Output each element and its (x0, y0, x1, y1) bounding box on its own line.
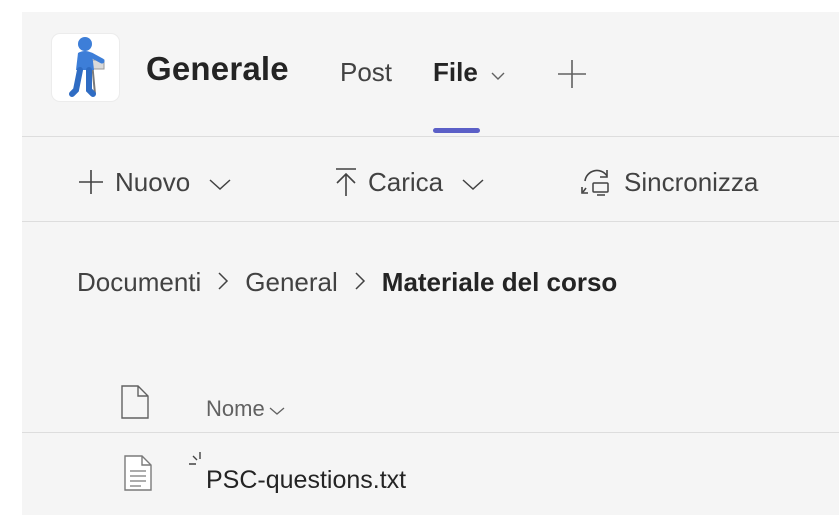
channel-title: Generale (146, 50, 289, 87)
new-button-label: Nuovo (115, 166, 191, 197)
new-button[interactable]: Nuovo (77, 164, 232, 200)
chevron-right-icon (354, 267, 366, 298)
channel-header: Generale Post File (22, 12, 839, 136)
sync-icon (581, 169, 609, 196)
table-row[interactable]: PSC-questions.txt (22, 444, 839, 515)
toolbar-divider (22, 221, 839, 222)
header-divider (22, 136, 839, 137)
upload-arrow-icon (336, 168, 356, 196)
name-column-label: Nome (206, 396, 265, 421)
tab-post-label: Post (340, 57, 393, 87)
chevron-right-icon (217, 267, 229, 298)
add-tab-button[interactable] (556, 58, 588, 90)
file-name[interactable]: PSC-questions.txt (206, 466, 406, 495)
upload-button-label: Carica (368, 166, 444, 197)
active-tab-indicator (433, 128, 480, 133)
plus-icon (558, 60, 586, 88)
tab-post[interactable]: Post (340, 57, 392, 88)
name-column-header[interactable]: Nome (206, 396, 285, 422)
pointing-stick-figure-icon (69, 37, 105, 97)
file-type-column-icon[interactable] (120, 384, 150, 425)
text-file-icon (123, 454, 153, 497)
chevron-down-icon (461, 167, 485, 198)
chevron-down-icon (269, 396, 285, 421)
plus-icon (79, 170, 103, 194)
new-file-indicator-icon (187, 450, 205, 473)
chevron-down-icon (208, 167, 232, 198)
breadcrumb-current-folder: Materiale del corso (381, 267, 618, 297)
sync-button[interactable]: Sincronizza (580, 164, 758, 200)
breadcrumb: Documenti General Materiale del corso (77, 267, 617, 298)
file-list-header: Nome (22, 376, 839, 436)
channel-avatar[interactable] (52, 34, 119, 101)
upload-button[interactable]: Carica (334, 164, 485, 200)
breadcrumb-item-documenti[interactable]: Documenti (77, 267, 201, 298)
chevron-down-icon (491, 57, 505, 88)
tab-file[interactable]: File (433, 57, 505, 88)
tab-file-label: File (433, 57, 478, 87)
sync-button-label: Sincronizza (624, 166, 759, 197)
teams-files-view: Generale Post File Nuovo Carica Sincroni… (22, 12, 839, 515)
list-header-divider (22, 432, 839, 433)
breadcrumb-item-general[interactable]: General (245, 267, 338, 298)
